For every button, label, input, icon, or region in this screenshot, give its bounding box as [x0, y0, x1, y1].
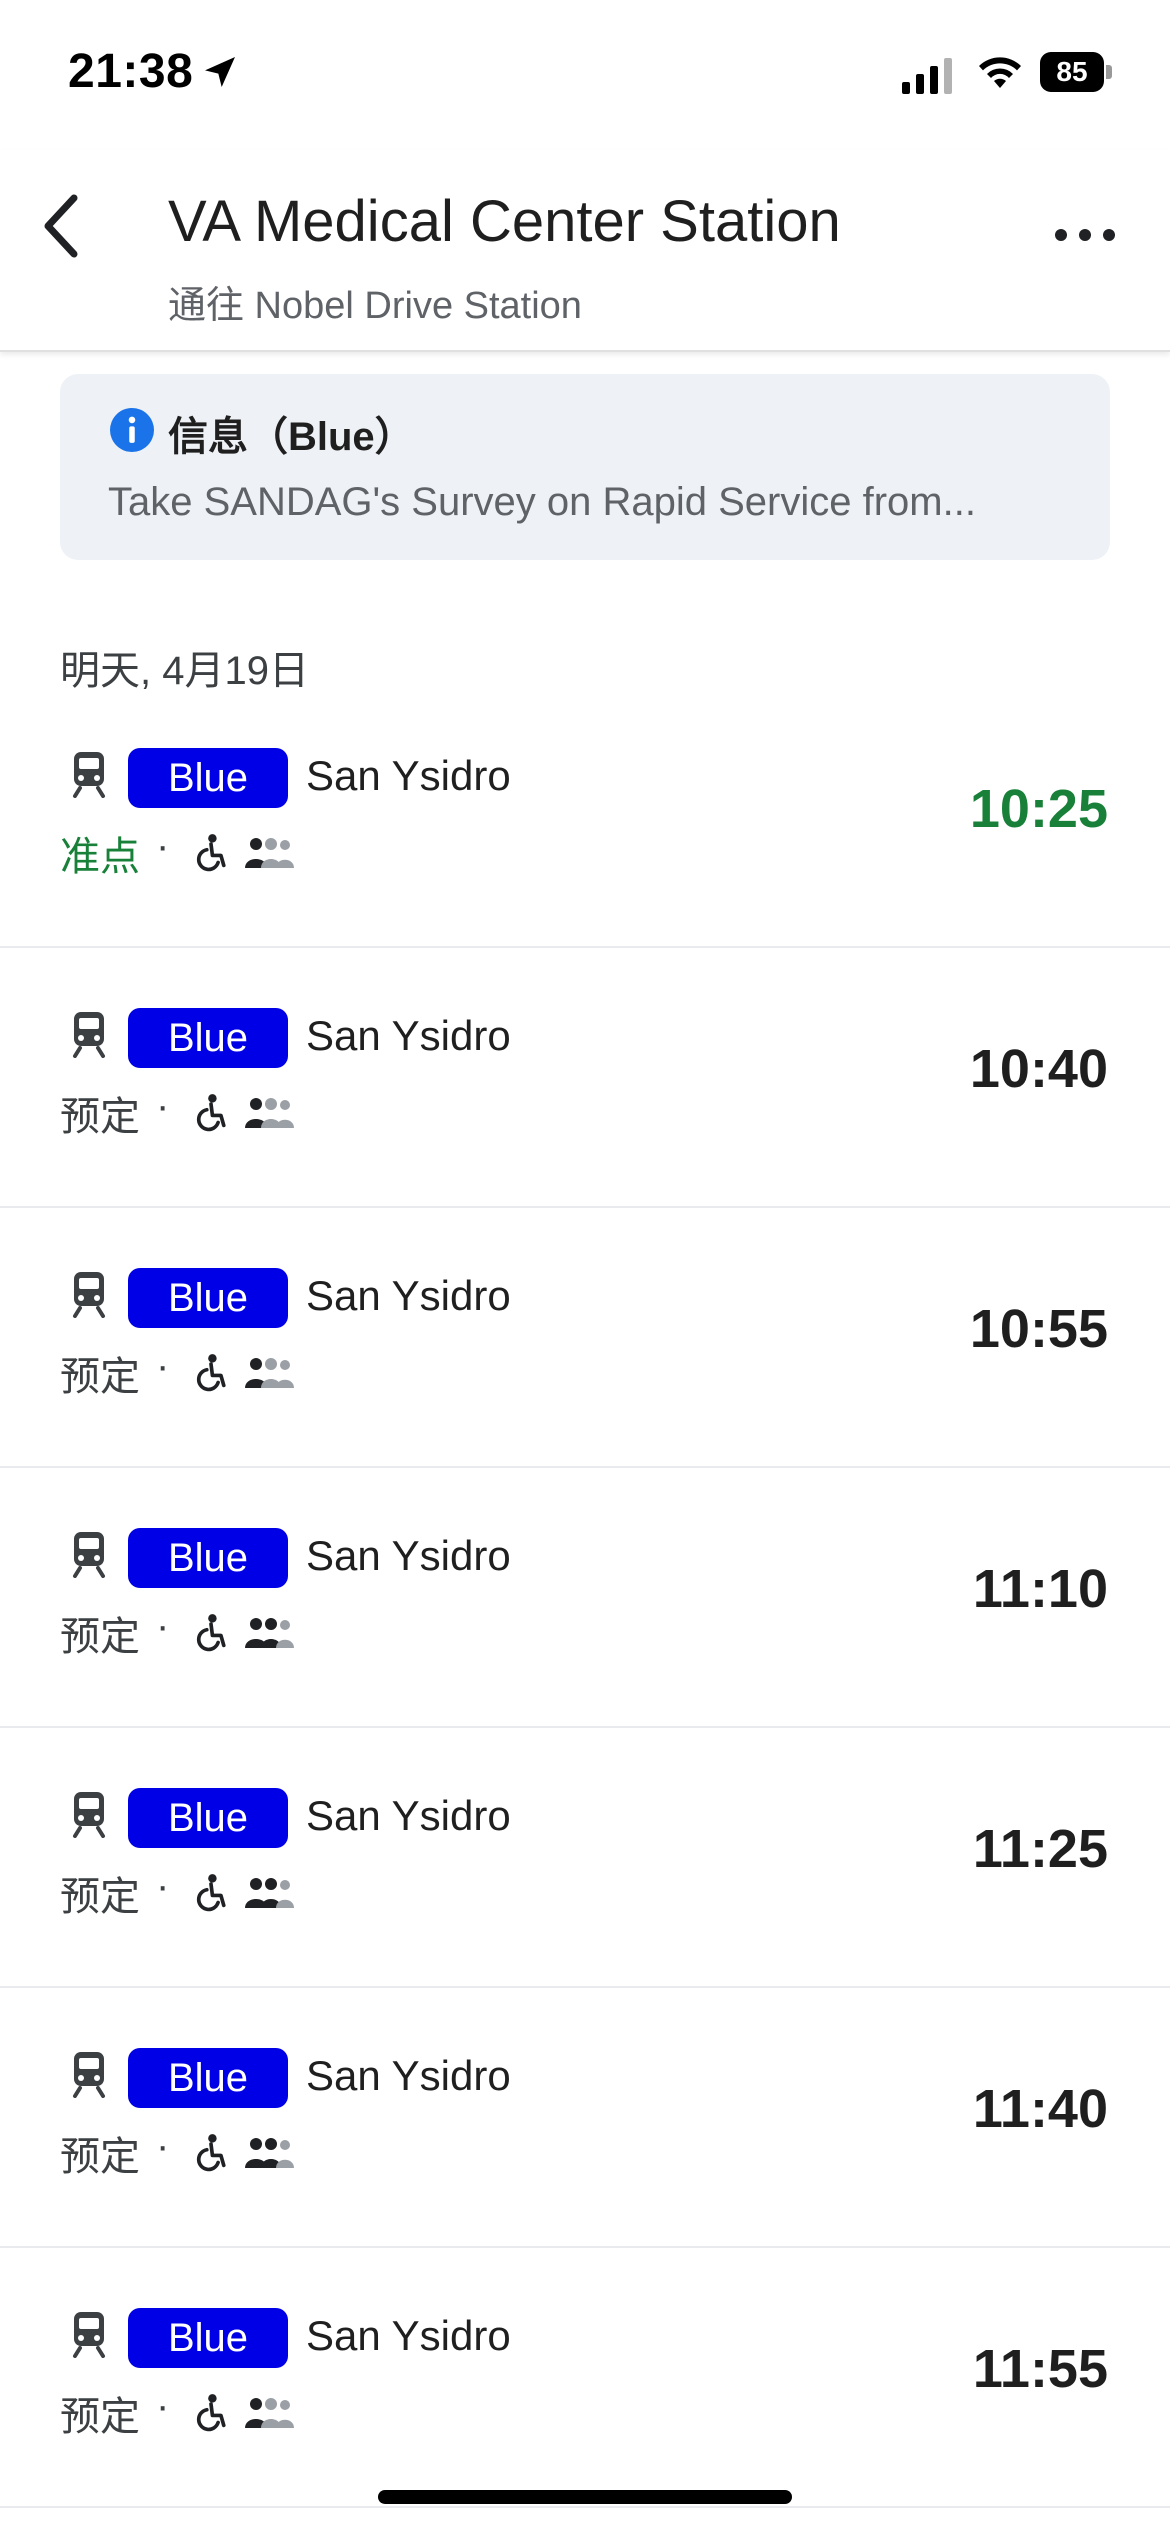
status-text: 预定	[60, 2135, 140, 2179]
route-badge: Blue	[128, 1268, 288, 1328]
battery-indicator: 85	[1040, 52, 1112, 92]
crowd-level-icon	[245, 1618, 294, 1648]
back-button[interactable]	[30, 188, 100, 264]
info-icon	[110, 408, 154, 452]
tram-icon	[73, 2052, 105, 2098]
station-header: VA Medical Center Station 通往 Nobel Drive…	[0, 150, 1170, 352]
departure-row[interactable]: Blue San Ysidro 预定 · 11:55	[0, 2248, 1170, 2508]
alert-title: 信息（Blue）	[168, 415, 415, 459]
direction-subtitle: 通往 Nobel Drive Station	[168, 285, 582, 327]
departure-list: Blue San Ysidro 准点 · 10:25 Blue San Ysidro 预定 · 1…	[0, 688, 1170, 2508]
departure-row[interactable]: Blue San Ysidro 预定 · 11:40	[0, 1988, 1170, 2248]
status-time: 21:38	[68, 45, 194, 98]
separator-dot: ·	[156, 2124, 170, 2168]
departure-time: 11:25	[972, 1819, 1108, 1879]
tram-icon	[73, 1012, 105, 1058]
status-bar: 21:38 85	[0, 0, 1170, 150]
battery-tip	[1106, 65, 1112, 79]
crowd-level-icon	[245, 1358, 294, 1388]
departure-row[interactable]: Blue San Ysidro 准点 · 10:25	[0, 688, 1170, 948]
departure-row[interactable]: Blue San Ysidro 预定 · 10:40	[0, 948, 1170, 1208]
location-arrow-icon	[205, 57, 235, 87]
crowd-level-icon	[245, 2138, 294, 2168]
wheelchair-icon	[196, 2134, 226, 2172]
wheelchair-icon	[196, 1874, 226, 1912]
route-badge: Blue	[128, 1788, 288, 1848]
destination-label: San Ysidro	[306, 2312, 511, 2359]
status-text: 预定	[60, 1355, 140, 1399]
battery-level: 85	[1056, 56, 1088, 87]
separator-dot: ·	[156, 1864, 170, 1908]
destination-label: San Ysidro	[306, 1792, 511, 1839]
separator-dot: ·	[156, 1344, 170, 1388]
departure-time: 10:40	[969, 1039, 1108, 1099]
route-badge: Blue	[128, 1008, 288, 1068]
destination-label: San Ysidro	[306, 2052, 511, 2099]
status-text: 预定	[60, 1095, 140, 1139]
destination-label: San Ysidro	[306, 1532, 511, 1579]
route-badge: Blue	[128, 1528, 288, 1588]
wifi-icon	[979, 57, 1021, 88]
departure-time: 11:40	[972, 2079, 1108, 2139]
crowd-level-icon	[245, 2398, 294, 2428]
home-indicator[interactable]	[378, 2490, 792, 2504]
destination-label: San Ysidro	[306, 752, 511, 799]
status-text: 预定	[60, 1875, 140, 1919]
more-options-button[interactable]	[1050, 210, 1120, 260]
route-badge: Blue	[128, 2048, 288, 2108]
separator-dot: ·	[156, 1604, 170, 1648]
separator-dot: ·	[156, 1084, 170, 1128]
chevron-left-icon	[44, 194, 78, 258]
destination-label: San Ysidro	[306, 1012, 511, 1059]
departure-row[interactable]: Blue San Ysidro 预定 · 10:55	[0, 1208, 1170, 1468]
departure-time: 10:55	[969, 1299, 1108, 1359]
status-text: 预定	[60, 1615, 140, 1659]
departure-time: 11:55	[972, 2339, 1108, 2399]
cellular-signal-icon	[902, 58, 952, 94]
wheelchair-icon	[196, 1094, 226, 1132]
tram-icon	[73, 1792, 105, 1838]
route-badge: Blue	[128, 2308, 288, 2368]
crowd-level-icon	[245, 1878, 294, 1908]
tram-icon	[73, 752, 105, 798]
departure-row[interactable]: Blue San Ysidro 预定 · 11:25	[0, 1728, 1170, 1988]
crowd-level-icon	[245, 1098, 294, 1128]
tram-icon	[73, 2312, 105, 2358]
separator-dot: ·	[156, 2384, 170, 2428]
status-text: 预定	[60, 2395, 140, 2439]
wheelchair-icon	[196, 1614, 226, 1652]
destination-label: San Ysidro	[306, 1272, 511, 1319]
crowd-level-icon	[245, 838, 294, 868]
departure-row[interactable]: Blue San Ysidro 预定 · 11:10	[0, 1468, 1170, 1728]
departure-time: 10:25	[969, 779, 1108, 839]
service-alert-card[interactable]: 信息（Blue） Take SANDAG's Survey on Rapid S…	[60, 374, 1110, 560]
more-horizontal-icon	[1055, 229, 1115, 241]
departure-time: 11:10	[972, 1559, 1108, 1619]
wheelchair-icon	[196, 834, 226, 872]
tram-icon	[73, 1272, 105, 1318]
separator-dot: ·	[156, 824, 170, 868]
route-badge: Blue	[128, 748, 288, 808]
wheelchair-icon	[196, 2394, 226, 2432]
tram-icon	[73, 1532, 105, 1578]
alert-text: Take SANDAG's Survey on Rapid Service fr…	[108, 480, 976, 524]
status-text: 准点	[60, 835, 140, 879]
page-title: VA Medical Center Station	[168, 189, 841, 254]
wheelchair-icon	[196, 1354, 226, 1392]
